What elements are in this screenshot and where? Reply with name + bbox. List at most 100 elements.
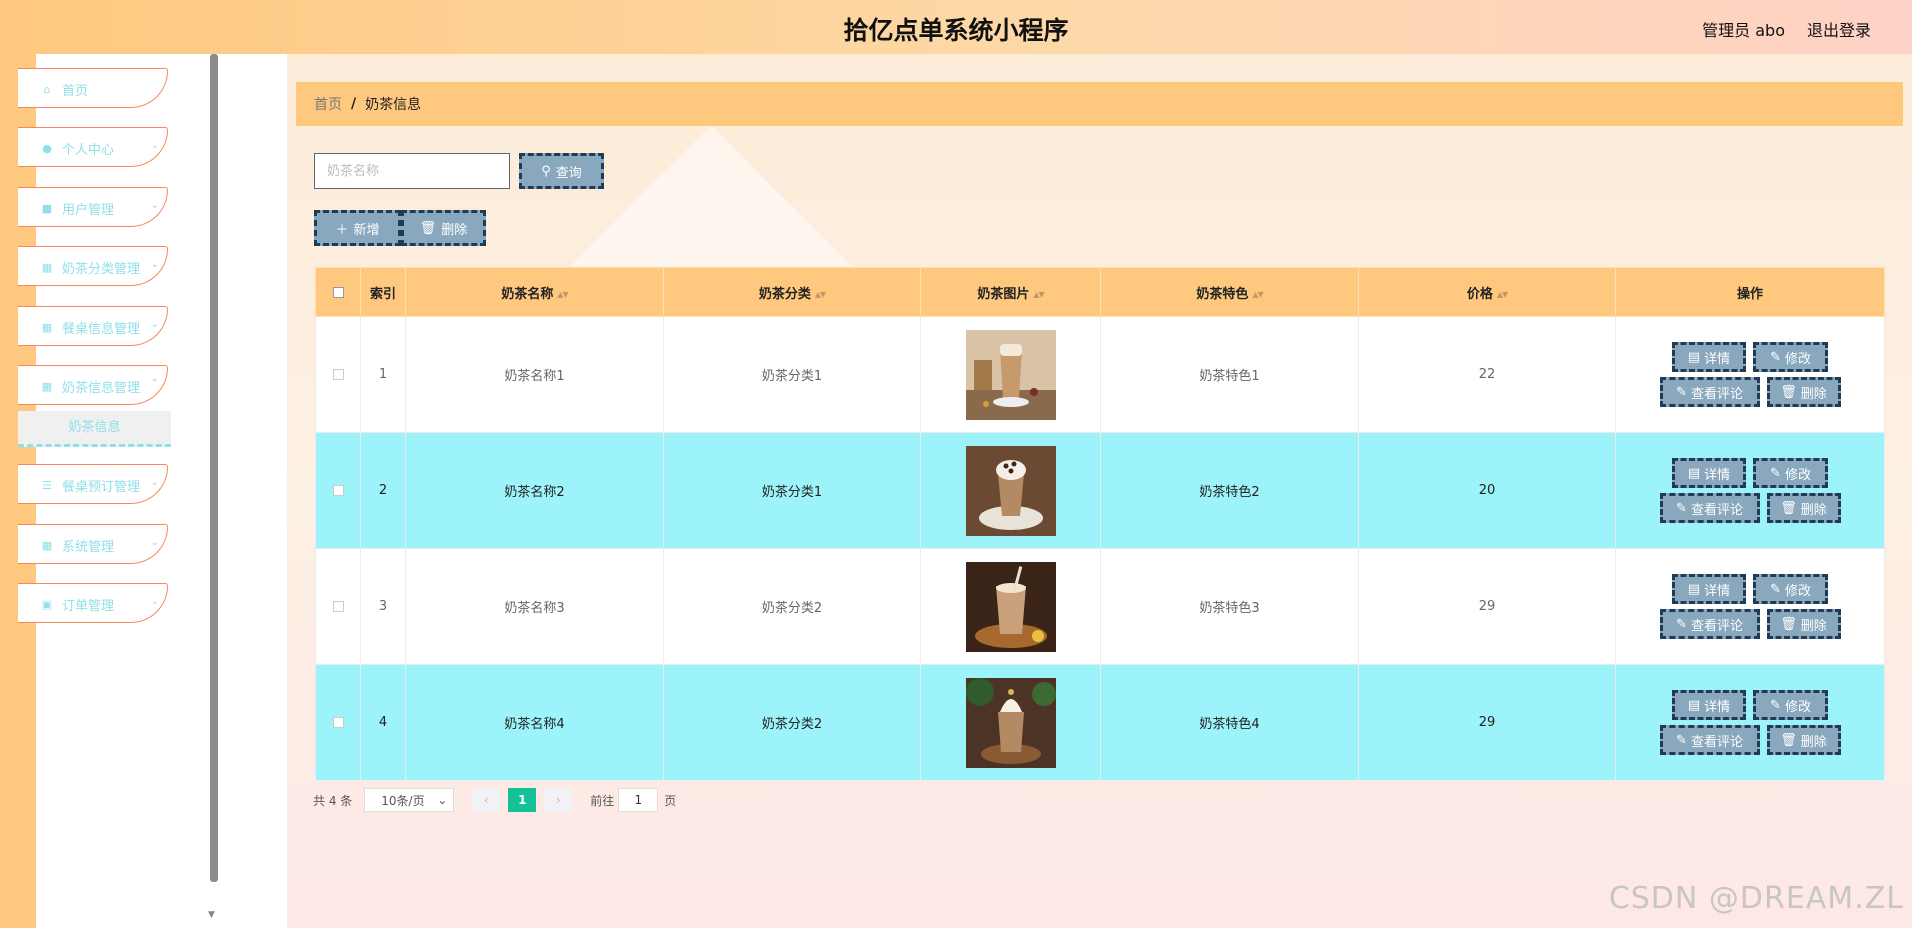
- cell-image: [920, 432, 1101, 549]
- logout-link[interactable]: 退出登录: [1807, 17, 1871, 41]
- sidebar-item-reservation[interactable]: ☰ 餐桌预订管理 ⌄: [18, 464, 168, 504]
- cell-image: [920, 316, 1101, 433]
- bulk-delete-button[interactable]: 🗑 删除: [401, 210, 486, 246]
- goto-label: 前往: [590, 793, 615, 808]
- delete-row-button[interactable]: 🗑 删除: [1766, 725, 1841, 755]
- cell-index: 2: [360, 432, 406, 549]
- search-button[interactable]: ⚲ 查询: [519, 153, 604, 189]
- column-header-image[interactable]: 奶茶图片 ▲▼: [920, 267, 1101, 317]
- tea-image[interactable]: [965, 445, 1056, 536]
- column-header-price[interactable]: 价格 ▲▼: [1358, 267, 1616, 317]
- document-icon: ▤: [1687, 465, 1701, 481]
- row-checkbox[interactable]: [332, 369, 344, 380]
- detail-button[interactable]: ▤ 详情: [1672, 342, 1746, 372]
- cell-name: 奶茶名称1: [405, 316, 664, 433]
- row-checkbox[interactable]: [332, 485, 344, 496]
- pencil-icon: ✎: [1770, 465, 1781, 481]
- pencil-icon: ✎: [1770, 697, 1781, 713]
- page-number-button[interactable]: 1: [508, 788, 537, 812]
- chevron-left-icon: ‹: [483, 793, 489, 807]
- cell-index: 3: [360, 548, 406, 665]
- detail-button[interactable]: ▤ 详情: [1672, 458, 1746, 488]
- sidebar-item-tea-category[interactable]: ▦ 奶茶分类管理 ⌄: [18, 246, 168, 286]
- edit-button[interactable]: ✎ 修改: [1753, 690, 1828, 720]
- document-icon: ▤: [1687, 697, 1701, 713]
- chevron-down-icon: ⌄: [150, 537, 159, 548]
- sidebar-item-orders[interactable]: ▣ 订单管理 ⌄: [18, 583, 168, 623]
- column-header-category[interactable]: 奶茶分类 ▲▼: [663, 267, 921, 317]
- sidebar-item-home[interactable]: ⌂ 首页: [18, 68, 168, 108]
- breadcrumb-current: 奶茶信息: [365, 97, 422, 113]
- cell-name: 奶茶名称4: [405, 664, 664, 781]
- sidebar-scrollbar[interactable]: [210, 54, 218, 882]
- briefcase-icon: ■: [41, 201, 53, 215]
- view-reviews-button[interactable]: ✎ 查看评论: [1659, 377, 1760, 407]
- row-checkbox[interactable]: [332, 717, 344, 728]
- detail-button[interactable]: ▤ 详情: [1672, 690, 1746, 720]
- cell-category: 奶茶分类2: [663, 664, 921, 781]
- pencil-icon: ✎: [1676, 500, 1687, 516]
- view-reviews-button[interactable]: ✎ 查看评论: [1659, 609, 1760, 639]
- cell-feature: 奶茶特色4: [1100, 664, 1359, 781]
- detail-button[interactable]: ▤ 详情: [1672, 574, 1746, 604]
- sidebar-item-system[interactable]: ▦ 系统管理 ⌄: [18, 524, 168, 564]
- tea-image[interactable]: [965, 677, 1056, 768]
- trash-icon: 🗑: [1780, 500, 1797, 516]
- sidebar-item-label: 用户管理: [62, 202, 115, 218]
- prev-page-button[interactable]: ‹: [472, 788, 501, 812]
- edit-button[interactable]: ✎ 修改: [1753, 574, 1828, 604]
- column-header-feature[interactable]: 奶茶特色 ▲▼: [1100, 267, 1359, 317]
- edit-button[interactable]: ✎ 修改: [1753, 342, 1828, 372]
- cell-image: [920, 548, 1101, 665]
- chevron-down-icon: ⌄: [150, 140, 159, 151]
- view-reviews-button[interactable]: ✎ 查看评论: [1659, 493, 1760, 523]
- tea-image[interactable]: [965, 329, 1056, 420]
- page-size-select[interactable]: 10条/页 ⌄: [364, 788, 455, 812]
- edit-button[interactable]: ✎ 修改: [1753, 458, 1828, 488]
- list-icon: ☰: [42, 478, 52, 492]
- user-icon: ●: [42, 141, 52, 155]
- sidebar-item-users[interactable]: ■ 用户管理 ⌄: [18, 187, 168, 227]
- sidebar-item-table-info[interactable]: ▦ 餐桌信息管理 ⌄: [18, 306, 168, 346]
- delete-row-button[interactable]: 🗑 删除: [1766, 609, 1841, 639]
- chevron-down-icon: ⌄: [437, 793, 448, 807]
- breadcrumb-home[interactable]: 首页: [314, 94, 342, 114]
- pagination: 共 4 条 10条/页 ⌄ ‹ 1 › 前往 页: [313, 788, 676, 812]
- sort-icon[interactable]: ▲▼: [1033, 290, 1044, 299]
- sidebar-item-tea-info[interactable]: ▦ 奶茶信息管理 ⌃: [18, 365, 168, 405]
- delete-row-button[interactable]: 🗑 删除: [1766, 493, 1841, 523]
- document-icon: ▤: [1687, 349, 1701, 365]
- table-row: 4 奶茶名称4 奶茶分类2 奶茶特色4 29 ▤ 详情 ✎ 修改 ✎ 查看评论 …: [315, 664, 1885, 781]
- search-input[interactable]: [314, 153, 510, 189]
- delete-row-button[interactable]: 🗑 删除: [1766, 377, 1841, 407]
- page-unit-label: 页: [664, 793, 677, 808]
- trash-icon: 🗑: [1780, 732, 1797, 748]
- sort-icon[interactable]: ▲▼: [557, 290, 568, 299]
- sidebar-item-label: 奶茶信息管理: [62, 380, 141, 396]
- select-all-checkbox[interactable]: [332, 286, 344, 298]
- cell-index: 4: [360, 664, 406, 781]
- chevron-right-icon: ›: [555, 793, 561, 807]
- row-checkbox[interactable]: [332, 601, 344, 612]
- next-page-button[interactable]: ›: [544, 788, 573, 812]
- grid-icon: ▦: [41, 538, 53, 552]
- sidebar-item-label: 系统管理: [62, 539, 115, 555]
- pencil-icon: ✎: [1770, 349, 1781, 365]
- sort-icon[interactable]: ▲▼: [1252, 290, 1263, 299]
- column-header-actions: 操作: [1615, 267, 1885, 317]
- sidebar-item-profile[interactable]: ● 个人中心 ⌄: [18, 127, 168, 167]
- sidebar-item-label: 个人中心: [62, 142, 115, 158]
- view-reviews-button[interactable]: ✎ 查看评论: [1659, 725, 1760, 755]
- chevron-down-icon: ⌄: [150, 477, 159, 488]
- submenu-item-tea-info[interactable]: 奶茶信息: [18, 411, 171, 447]
- add-button[interactable]: ＋ 新增: [314, 210, 401, 246]
- admin-label: 管理员 abo: [1702, 21, 1785, 40]
- column-header-name[interactable]: 奶茶名称 ▲▼: [405, 267, 664, 317]
- sort-icon[interactable]: ▲▼: [815, 290, 826, 299]
- cell-actions: ▤ 详情 ✎ 修改 ✎ 查看评论 🗑 删除: [1615, 432, 1885, 549]
- tea-image[interactable]: [965, 561, 1056, 652]
- sort-icon[interactable]: ▲▼: [1497, 290, 1508, 299]
- scroll-down-icon[interactable]: ▼: [208, 910, 215, 920]
- sidebar-item-label: 首页: [62, 83, 89, 99]
- goto-page-input[interactable]: [618, 788, 659, 812]
